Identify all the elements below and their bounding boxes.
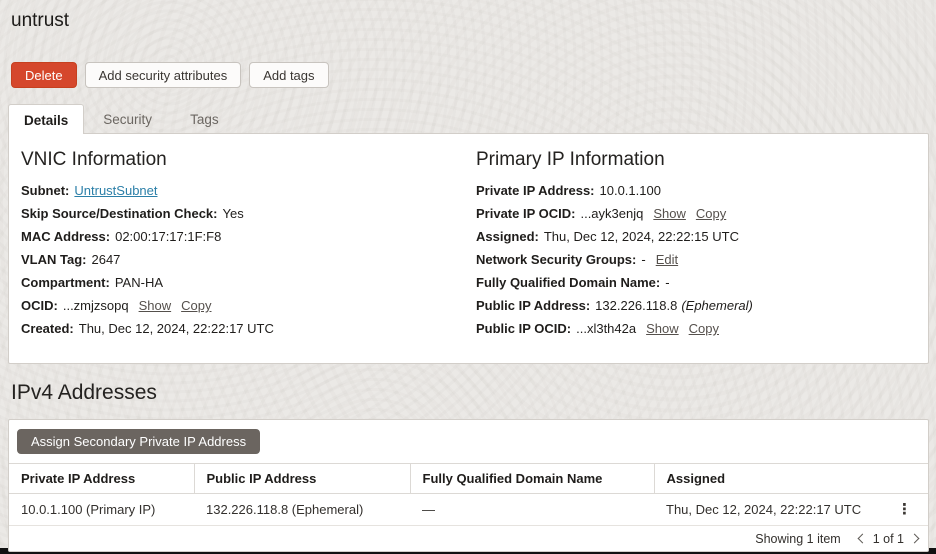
cell-private-ip: 10.0.1.100 (Primary IP) <box>9 493 194 526</box>
field-public-ip-ocid: Public IP OCID: ...xl3th42a Show Copy <box>476 322 916 336</box>
tab-security[interactable]: Security <box>84 104 171 133</box>
column-header-public-ip[interactable]: Public IP Address <box>194 463 411 494</box>
field-value: 2647 <box>91 252 121 267</box>
primary-ip-heading: Primary IP Information <box>476 149 665 170</box>
field-value-qualifier: (Ephemeral) <box>681 298 753 313</box>
field-skip-check: Skip Source/Destination Check: Yes <box>21 207 476 221</box>
field-value: Thu, Dec 12, 2024, 22:22:17 UTC <box>78 321 274 336</box>
pagination-page-label: 1 of 1 <box>872 531 904 546</box>
field-subnet: Subnet: UntrustSubnet <box>21 184 476 198</box>
pagination-controls: 1 of 1 <box>857 531 920 546</box>
field-label: Compartment: <box>21 275 110 290</box>
pagination-summary: Showing 1 item <box>755 531 841 546</box>
vnic-info-heading: VNIC Information <box>21 149 167 170</box>
cell-public-ip: 132.226.118.8 (Ephemeral) <box>194 493 410 526</box>
page-title: untrust <box>11 10 70 31</box>
field-compartment: Compartment: PAN-HA <box>21 276 476 290</box>
field-value: 132.226.118.8 <box>595 298 678 313</box>
field-label: Created: <box>21 321 74 336</box>
field-label: Private IP Address: <box>476 183 595 198</box>
table-header-row: Private IP Address Public IP Address Ful… <box>9 463 928 494</box>
field-label: Public IP Address: <box>476 298 591 313</box>
table-footer: Showing 1 item 1 of 1 <box>9 526 928 551</box>
field-label: Public IP OCID: <box>476 321 572 336</box>
field-label: Fully Qualified Domain Name: <box>476 275 661 290</box>
show-link[interactable]: Show <box>139 298 172 313</box>
cell-fqdn: — <box>410 493 654 526</box>
copy-link[interactable]: Copy <box>689 321 719 336</box>
field-label: Subnet: <box>21 183 70 198</box>
field-value: 10.0.1.100 <box>599 183 661 198</box>
field-label: MAC Address: <box>21 229 111 244</box>
add-tags-button[interactable]: Add tags <box>249 62 329 88</box>
details-panel: VNIC Information Subnet: UntrustSubnet Sk… <box>8 133 929 364</box>
show-link[interactable]: Show <box>653 206 686 221</box>
field-value: - <box>641 252 646 267</box>
vnic-info-section: VNIC Information Subnet: UntrustSubnet Sk… <box>21 149 476 345</box>
field-assigned: Assigned: Thu, Dec 12, 2024, 22:22:15 UTC <box>476 230 916 244</box>
field-private-ip-ocid: Private IP OCID: ...ayk3enjq Show Copy <box>476 207 916 221</box>
field-mac-address: MAC Address: 02:00:17:17:1F:F8 <box>21 230 476 244</box>
assign-secondary-ip-button[interactable]: Assign Secondary Private IP Address <box>17 429 261 454</box>
subnet-link[interactable]: UntrustSubnet <box>74 183 157 198</box>
field-value: ...ayk3enjq <box>580 206 644 221</box>
copy-link[interactable]: Copy <box>696 206 726 221</box>
field-value: 02:00:17:17:1F:F8 <box>115 229 222 244</box>
field-ocid: OCID: ...zmjzsopq Show Copy <box>21 299 476 313</box>
field-private-ip: Private IP Address: 10.0.1.100 <box>476 184 916 198</box>
chevron-right-icon[interactable] <box>909 533 920 544</box>
field-label: VLAN Tag: <box>21 252 87 267</box>
tab-tags[interactable]: Tags <box>171 104 238 133</box>
field-value: ...zmjzsopq <box>62 298 129 313</box>
ipv4-table-toolbar: Assign Secondary Private IP Address <box>9 420 928 463</box>
ipv4-addresses-table: Private IP Address Public IP Address Ful… <box>9 463 928 526</box>
edit-link[interactable]: Edit <box>656 252 678 267</box>
field-network-security-groups: Network Security Groups: - Edit <box>476 253 916 267</box>
action-bar: Delete Add security attributes Add tags <box>11 62 929 88</box>
field-label: Private IP OCID: <box>476 206 576 221</box>
ipv4-addresses-heading: IPv4 Addresses <box>11 381 157 404</box>
vnic-details-page: untrust Delete Add security attributes A… <box>0 0 936 552</box>
field-vlan-tag: VLAN Tag: 2647 <box>21 253 476 267</box>
field-public-ip: Public IP Address: 132.226.118.8 (Ephemera… <box>476 299 916 313</box>
show-link[interactable]: Show <box>646 321 679 336</box>
kebab-menu-icon[interactable]: ⋮ <box>893 502 916 517</box>
column-header-fqdn[interactable]: Fully Qualified Domain Name <box>410 463 655 494</box>
field-value: - <box>665 275 670 290</box>
field-fqdn: Fully Qualified Domain Name: - <box>476 276 916 290</box>
copy-link[interactable]: Copy <box>181 298 211 313</box>
field-value: Thu, Dec 12, 2024, 22:22:15 UTC <box>543 229 739 244</box>
field-value: Yes <box>222 206 244 221</box>
ipv4-addresses-panel: Assign Secondary Private IP Address Priv… <box>8 419 929 552</box>
tab-details[interactable]: Details <box>8 104 85 134</box>
field-created: Created: Thu, Dec 12, 2024, 22:22:17 UTC <box>21 322 476 336</box>
tab-bar: Details Security Tags <box>8 104 929 134</box>
field-label: OCID: <box>21 298 58 313</box>
delete-button[interactable]: Delete <box>11 62 77 88</box>
field-label: Skip Source/Destination Check: <box>21 206 218 221</box>
primary-ip-section: Primary IP Information Private IP Addres… <box>476 149 916 345</box>
field-value: ...xl3th42a <box>576 321 637 336</box>
add-security-attributes-button[interactable]: Add security attributes <box>84 62 242 88</box>
column-header-assigned[interactable]: Assigned <box>654 463 928 494</box>
chevron-left-icon[interactable] <box>857 533 868 544</box>
cell-assigned: Thu, Dec 12, 2024, 22:22:17 UTC <box>666 502 862 517</box>
field-label: Assigned: <box>476 229 539 244</box>
table-row: 10.0.1.100 (Primary IP) 132.226.118.8 (E… <box>9 493 928 526</box>
field-label: Network Security Groups: <box>476 252 637 267</box>
field-value: PAN-HA <box>114 275 163 290</box>
column-header-private-ip[interactable]: Private IP Address <box>9 463 195 494</box>
